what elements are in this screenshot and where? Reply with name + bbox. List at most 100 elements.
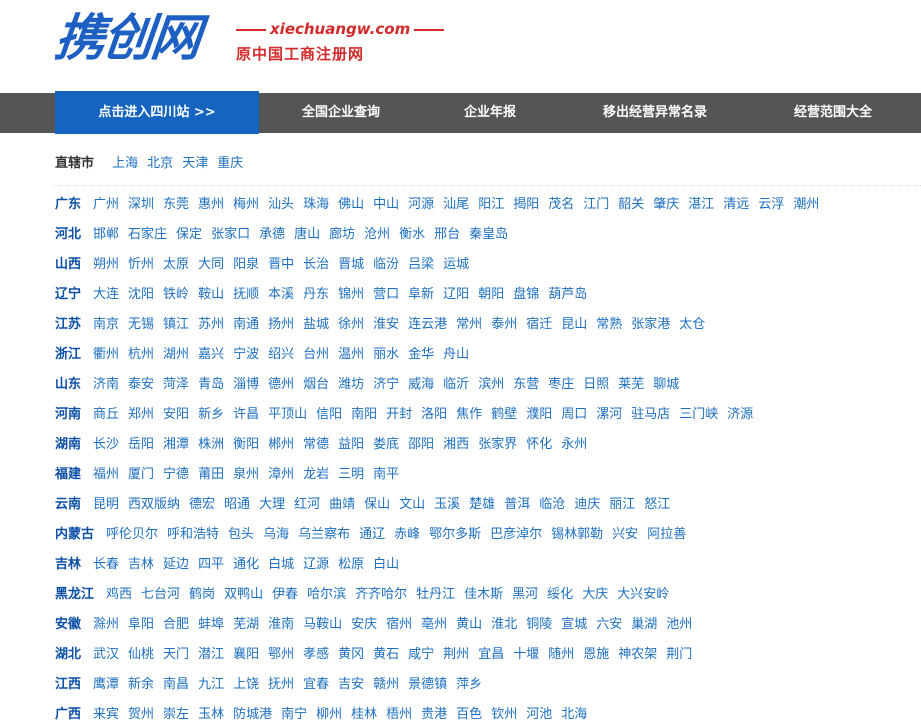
city-link[interactable]: 烟台 xyxy=(303,377,329,392)
city-link[interactable]: 晋城 xyxy=(338,257,364,272)
city-link[interactable]: 大理 xyxy=(259,497,285,512)
city-link[interactable]: 潜江 xyxy=(198,647,224,662)
city-link[interactable]: 衢州 xyxy=(93,347,119,362)
city-link[interactable]: 双鸭山 xyxy=(224,587,263,602)
city-link[interactable]: 福州 xyxy=(93,467,119,482)
city-link[interactable]: 朝阳 xyxy=(478,287,504,302)
province-label[interactable]: 广东 xyxy=(55,197,81,212)
city-link[interactable]: 安阳 xyxy=(163,407,189,422)
city-link[interactable]: 通化 xyxy=(233,557,259,572)
province-label[interactable]: 福建 xyxy=(55,467,81,482)
city-link[interactable]: 北京 xyxy=(147,156,173,171)
city-link[interactable]: 云浮 xyxy=(758,197,784,212)
city-link[interactable]: 白城 xyxy=(268,557,294,572)
city-link[interactable]: 驻马店 xyxy=(631,407,670,422)
city-link[interactable]: 廊坊 xyxy=(329,227,355,242)
city-link[interactable]: 三明 xyxy=(338,467,364,482)
city-link[interactable]: 保山 xyxy=(364,497,390,512)
city-link[interactable]: 崇左 xyxy=(163,707,189,722)
city-link[interactable]: 孝感 xyxy=(303,647,329,662)
city-link[interactable]: 惠州 xyxy=(198,197,224,212)
nav-item-business-scope[interactable]: 经营范围大全 xyxy=(775,93,891,133)
city-link[interactable]: 潮州 xyxy=(793,197,819,212)
city-link[interactable]: 张家界 xyxy=(478,437,517,452)
city-link[interactable]: 昭通 xyxy=(224,497,250,512)
city-link[interactable]: 黑河 xyxy=(512,587,538,602)
city-link[interactable]: 抚州 xyxy=(268,677,294,692)
city-link[interactable]: 焦作 xyxy=(456,407,482,422)
city-link[interactable]: 梧州 xyxy=(386,707,412,722)
city-link[interactable]: 贺州 xyxy=(128,707,154,722)
city-link[interactable]: 恩施 xyxy=(583,647,609,662)
province-label[interactable]: 安徽 xyxy=(55,617,81,632)
city-link[interactable]: 潍坊 xyxy=(338,377,364,392)
city-link[interactable]: 楚雄 xyxy=(469,497,495,512)
city-link[interactable]: 阜阳 xyxy=(128,617,154,632)
city-link[interactable]: 梅州 xyxy=(233,197,259,212)
city-link[interactable]: 吉安 xyxy=(338,677,364,692)
city-link[interactable]: 重庆 xyxy=(217,156,243,171)
city-link[interactable]: 六安 xyxy=(596,617,622,632)
city-link[interactable]: 济源 xyxy=(727,407,753,422)
city-link[interactable]: 哈尔滨 xyxy=(307,587,346,602)
city-link[interactable]: 鞍山 xyxy=(198,287,224,302)
city-link[interactable]: 莱芜 xyxy=(618,377,644,392)
province-label[interactable]: 吉林 xyxy=(55,557,81,572)
city-link[interactable]: 滨州 xyxy=(478,377,504,392)
city-link[interactable]: 南京 xyxy=(93,317,119,332)
city-link[interactable]: 南宁 xyxy=(281,707,307,722)
city-link[interactable]: 晋中 xyxy=(268,257,294,272)
city-link[interactable]: 无锡 xyxy=(128,317,154,332)
city-link[interactable]: 池州 xyxy=(666,617,692,632)
city-link[interactable]: 赣州 xyxy=(373,677,399,692)
city-link[interactable]: 唐山 xyxy=(294,227,320,242)
city-link[interactable]: 温州 xyxy=(338,347,364,362)
province-label[interactable]: 山东 xyxy=(55,377,81,392)
province-label[interactable]: 浙江 xyxy=(55,347,81,362)
city-link[interactable]: 许昌 xyxy=(233,407,259,422)
city-link[interactable]: 德宏 xyxy=(189,497,215,512)
city-link[interactable]: 阿拉善 xyxy=(647,527,686,542)
city-link[interactable]: 蚌埠 xyxy=(198,617,224,632)
city-link[interactable]: 湛江 xyxy=(688,197,714,212)
city-link[interactable]: 濮阳 xyxy=(526,407,552,422)
site-logo[interactable]: 携创网 xyxy=(52,6,203,70)
province-label[interactable]: 江苏 xyxy=(55,317,81,332)
city-link[interactable]: 青岛 xyxy=(198,377,224,392)
city-link[interactable]: 百色 xyxy=(456,707,482,722)
city-link[interactable]: 红河 xyxy=(294,497,320,512)
city-link[interactable]: 株洲 xyxy=(198,437,224,452)
city-link[interactable]: 铜陵 xyxy=(526,617,552,632)
city-link[interactable]: 昆明 xyxy=(93,497,119,512)
city-link[interactable]: 嘉兴 xyxy=(198,347,224,362)
city-link[interactable]: 十堰 xyxy=(513,647,539,662)
city-link[interactable]: 宣城 xyxy=(561,617,587,632)
city-link[interactable]: 湘西 xyxy=(443,437,469,452)
city-link[interactable]: 徐州 xyxy=(338,317,364,332)
city-link[interactable]: 巢湖 xyxy=(631,617,657,632)
city-link[interactable]: 天门 xyxy=(163,647,189,662)
city-link[interactable]: 南通 xyxy=(233,317,259,332)
city-link[interactable]: 保定 xyxy=(176,227,202,242)
city-link[interactable]: 肇庆 xyxy=(653,197,679,212)
city-link[interactable]: 南平 xyxy=(373,467,399,482)
city-link[interactable]: 锡林郭勒 xyxy=(551,527,603,542)
city-link[interactable]: 深圳 xyxy=(128,197,154,212)
city-link[interactable]: 湘潭 xyxy=(163,437,189,452)
city-link[interactable]: 郴州 xyxy=(268,437,294,452)
city-link[interactable]: 佛山 xyxy=(338,197,364,212)
city-link[interactable]: 菏泽 xyxy=(163,377,189,392)
city-link[interactable]: 迪庆 xyxy=(574,497,600,512)
province-label[interactable]: 黑龙江 xyxy=(55,587,94,602)
province-label[interactable]: 湖南 xyxy=(55,437,81,452)
city-link[interactable]: 岳阳 xyxy=(128,437,154,452)
city-link[interactable]: 扬州 xyxy=(268,317,294,332)
city-link[interactable]: 清远 xyxy=(723,197,749,212)
city-link[interactable]: 聊城 xyxy=(653,377,679,392)
city-link[interactable]: 荆州 xyxy=(443,647,469,662)
city-link[interactable]: 神农架 xyxy=(618,647,657,662)
city-link[interactable]: 四平 xyxy=(198,557,224,572)
city-link[interactable]: 九江 xyxy=(198,677,224,692)
city-link[interactable]: 柳州 xyxy=(316,707,342,722)
city-link[interactable]: 荆门 xyxy=(666,647,692,662)
